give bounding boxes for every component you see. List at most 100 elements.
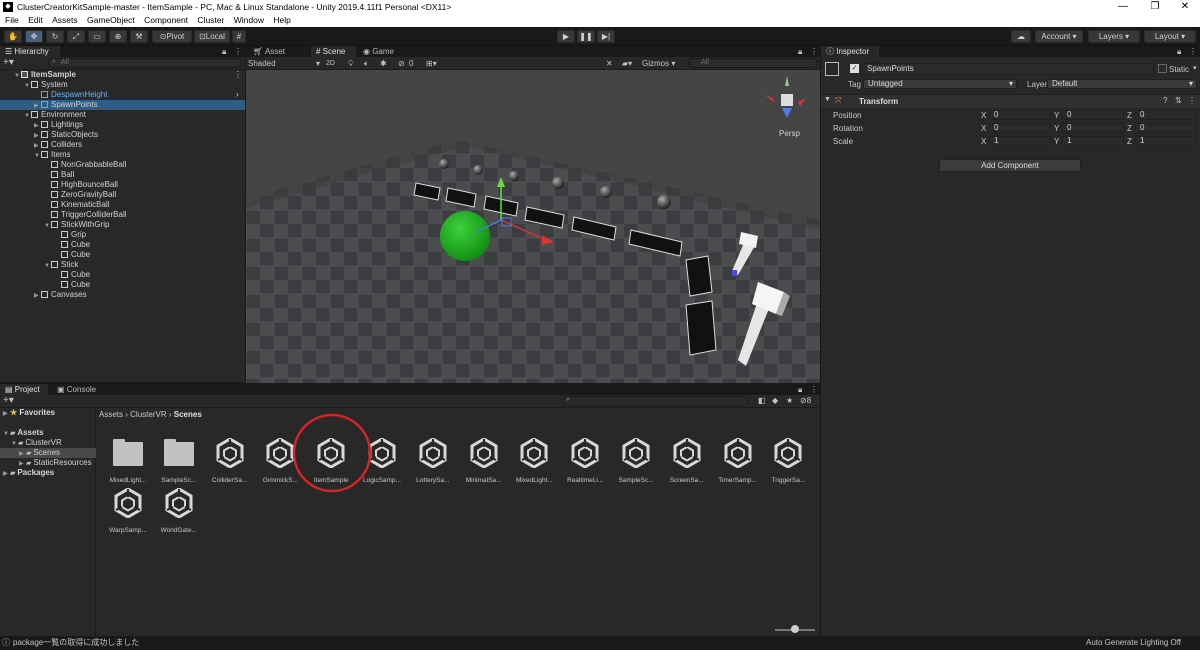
lighting-icon[interactable]: 💡︎: [348, 58, 354, 69]
axis-x-label[interactable]: X: [981, 111, 986, 120]
tab-scene[interactable]: #︎ Scene: [311, 46, 356, 57]
scene-asset[interactable]: TimerSamp...: [713, 436, 763, 484]
hierarchy-item[interactable]: ▼ ItemSample ⋮: [0, 70, 245, 80]
transform-x-field[interactable]: 1: [989, 136, 1051, 146]
hierarchy-item[interactable]: ▼ System: [0, 80, 245, 90]
rotate-tool-icon[interactable]: ↻: [46, 30, 64, 43]
project-tree-item[interactable]: ▼▰ ClusterVR: [0, 438, 96, 448]
menu-cluster[interactable]: Cluster: [197, 14, 224, 27]
hierarchy-item[interactable]: Cube: [0, 270, 245, 280]
scale-tool-icon[interactable]: ⤢: [67, 30, 85, 43]
hierarchy-search-input[interactable]: All: [48, 58, 242, 68]
component-menu-icon[interactable]: ⋮: [1188, 96, 1196, 105]
axis-y-label[interactable]: Y: [1054, 124, 1059, 133]
project-tree-item[interactable]: ▶ ▰ Packages: [0, 468, 96, 478]
axis-x-label[interactable]: X: [981, 137, 986, 146]
step-button[interactable]: ▶|: [597, 30, 615, 43]
scene-asset[interactable]: ScreenSa...: [662, 436, 712, 484]
cloud-icon[interactable]: ☁: [1011, 30, 1031, 43]
create-dropdown[interactable]: +▾: [3, 57, 14, 69]
transform-x-field[interactable]: 0: [989, 110, 1051, 120]
account-dropdown[interactable]: Account ▾: [1035, 30, 1083, 43]
project-tree-item[interactable]: ▶ ▰ Scenes: [0, 448, 96, 458]
persp-label[interactable]: Persp: [779, 129, 800, 138]
scene-asset[interactable]: LotterySa...: [408, 436, 458, 484]
tab-console[interactable]: ▣ Console: [52, 384, 102, 395]
menu-component[interactable]: Component: [144, 14, 188, 27]
panel-menu-icon[interactable]: ⋮: [810, 384, 818, 395]
hierarchy-item[interactable]: Ball: [0, 170, 245, 180]
hierarchy-item[interactable]: ▶ Lightings: [0, 120, 245, 130]
scene-asset[interactable]: MixedLight...: [509, 436, 559, 484]
lock-icon[interactable]: 🔒︎: [798, 46, 802, 57]
ball[interactable]: [509, 171, 519, 181]
hierarchy-item[interactable]: ▶ Colliders: [0, 140, 245, 150]
scene-asset[interactable]: ColliderSa...: [205, 436, 255, 484]
hierarchy-item[interactable]: TriggerColliderBall: [0, 210, 245, 220]
hierarchy-item[interactable]: ▼ Environment: [0, 110, 245, 120]
grid-icon[interactable]: ⊞▾: [426, 58, 437, 69]
static-checkbox[interactable]: [1158, 64, 1167, 73]
panel-menu-icon[interactable]: ⋮: [234, 46, 242, 57]
lock-icon[interactable]: 🔒︎: [1177, 46, 1181, 57]
custom-tool-icon[interactable]: ⚒: [130, 30, 148, 43]
axis-z-label[interactable]: Z: [1127, 111, 1132, 120]
chevron-right-icon[interactable]: ›: [236, 90, 239, 100]
hidden-packages-icon[interactable]: ⊘8: [800, 396, 811, 405]
hierarchy-item[interactable]: ▶ Canvases: [0, 290, 245, 300]
transform-y-field[interactable]: 1: [1062, 136, 1124, 146]
grid-snap-icon[interactable]: #: [232, 30, 246, 43]
favorites-item[interactable]: ▶ ★ Favorites: [3, 408, 55, 417]
layout-dropdown[interactable]: Layout ▾: [1144, 30, 1196, 43]
favorite-star-icon[interactable]: ★: [786, 396, 793, 405]
scene-asset[interactable]: WarpSamp...: [103, 486, 153, 534]
move-tool-icon[interactable]: ✥: [25, 30, 43, 43]
scene-asset[interactable]: WorldGate...: [154, 486, 204, 534]
ball[interactable]: [600, 186, 612, 198]
audio-icon[interactable]: 🔈︎: [364, 58, 369, 69]
tools-icon[interactable]: ✕: [606, 58, 613, 69]
project-tree-item[interactable]: ▼▰ Assets: [0, 428, 96, 438]
rect-tool-icon[interactable]: ▭: [88, 30, 106, 43]
hierarchy-item[interactable]: ▼ Stick: [0, 260, 245, 270]
ball[interactable]: [552, 177, 564, 189]
scene-asset[interactable]: MinimalSa...: [459, 436, 509, 484]
close-icon[interactable]: ✕: [1170, 0, 1200, 14]
search-by-label-icon[interactable]: ◆: [772, 396, 778, 405]
scene-viewport[interactable]: Persp: [246, 70, 820, 383]
object-name-field[interactable]: SpawnPoints: [862, 63, 1154, 75]
tab-project[interactable]: ▤ Project: [0, 384, 48, 395]
transform-tool-icon[interactable]: ⊕: [109, 30, 127, 43]
lock-icon[interactable]: 🔒︎: [798, 384, 802, 395]
folder-asset[interactable]: SampleSc...: [154, 436, 204, 484]
hierarchy-item[interactable]: ▶ StaticObjects: [0, 130, 245, 140]
tab-game[interactable]: ◉ Game: [358, 46, 403, 57]
tag-dropdown[interactable]: Untagged ▾: [863, 79, 1017, 89]
auto-lighting-status[interactable]: Auto Generate Lighting Off: [1086, 636, 1181, 650]
menu-help[interactable]: Help: [273, 14, 290, 27]
menu-assets[interactable]: Assets: [52, 14, 78, 27]
breadcrumb-assets[interactable]: Assets: [99, 410, 123, 419]
scene-search-input[interactable]: All: [688, 58, 818, 68]
hierarchy-item[interactable]: Cube: [0, 250, 245, 260]
preset-icon[interactable]: ⇅: [1175, 96, 1182, 105]
ball[interactable]: [439, 159, 449, 169]
pivot-toggle[interactable]: ⊙Pivot: [152, 30, 192, 43]
camera-icon[interactable]: ▰▾: [622, 58, 632, 69]
local-toggle[interactable]: ⊡Local: [194, 30, 230, 43]
transform-z-field[interactable]: 0: [1135, 123, 1197, 133]
tab-hierarchy[interactable]: ☰ Hierarchy: [0, 46, 60, 57]
menu-window[interactable]: Window: [234, 14, 264, 27]
transform-header[interactable]: ▼ ⤧ Transform ? ⇅ ⋮: [821, 94, 1200, 108]
panel-menu-icon[interactable]: ⋮: [1189, 46, 1197, 57]
hierarchy-item[interactable]: Cube: [0, 280, 245, 290]
maximize-icon[interactable]: ❐: [1140, 0, 1170, 14]
chevron-right-icon[interactable]: ▶: [3, 469, 10, 479]
axis-y-label[interactable]: Y: [1054, 137, 1059, 146]
green-ball[interactable]: [440, 211, 490, 261]
scene-asset[interactable]: SampleSc...: [611, 436, 661, 484]
search-by-type-icon[interactable]: ◧: [758, 396, 766, 405]
axis-x-label[interactable]: X: [981, 124, 986, 133]
gizmos-dropdown[interactable]: Gizmos ▾: [642, 58, 684, 69]
menu-gameobject[interactable]: GameObject: [87, 14, 135, 27]
